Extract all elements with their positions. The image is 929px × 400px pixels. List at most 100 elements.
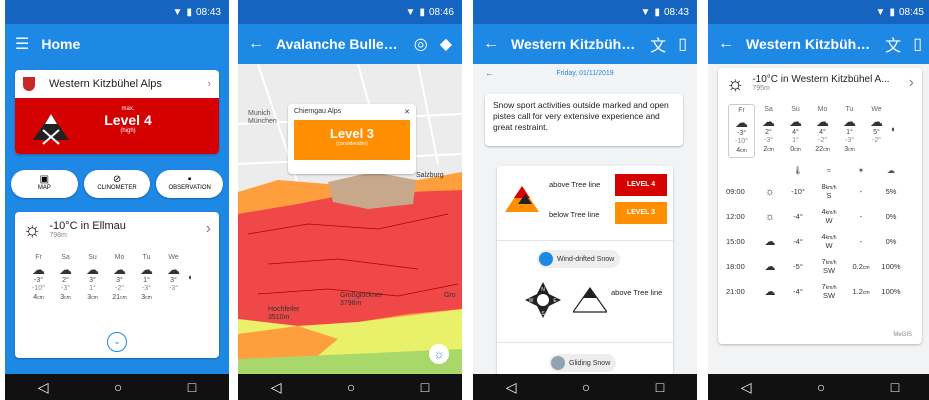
snow-cloud-icon: ☁	[843, 113, 856, 129]
precip-value: -	[859, 212, 863, 221]
precip-icon: ✶	[857, 166, 865, 175]
chevron-right-icon: ›	[205, 220, 211, 237]
precip-value: 1.2	[852, 287, 863, 296]
home-nav-icon[interactable]: ○	[817, 379, 825, 395]
place-hochfeiler: Hochfeiler	[268, 306, 300, 313]
forecast-day: Tu ☁ 1° -3° 3cm	[133, 252, 160, 304]
hourly-row: 12:00 ☼ -4° 4km/h W - 0%	[726, 204, 914, 229]
recents-nav-icon[interactable]: □	[891, 379, 899, 395]
home-nav-icon[interactable]: ○	[582, 379, 590, 395]
wind-direction: W	[825, 216, 833, 225]
weather-card[interactable]: ☼ -10°C in Ellmau 798m › Fr ☁ -3° -10° 4cm Sa…	[15, 212, 219, 358]
action-buttons: ▣ MAP ⊘ CLINOMETER ▪ OBSERVATION	[11, 170, 224, 198]
hour-precip: -	[846, 212, 876, 221]
page-title: Western Kitzbühel A...	[746, 36, 873, 52]
popup-danger-banner: Level 3 (considerable)	[294, 120, 410, 160]
popup-level: Level 3	[329, 126, 375, 141]
snow-unit: cm	[37, 294, 44, 301]
back-nav-icon[interactable]: ◁	[506, 379, 517, 396]
snow-value: 21	[112, 293, 121, 301]
home-nav-icon[interactable]: ○	[114, 379, 122, 395]
translate-icon[interactable]: 文	[650, 32, 666, 56]
temp-max: 1°	[846, 128, 853, 136]
bookmark-icon[interactable]: ▯	[913, 34, 922, 54]
weather-layer-icon[interactable]: ☼	[434, 347, 445, 361]
snow-unit: cm	[794, 146, 801, 153]
temp-min: -2°	[871, 137, 882, 144]
precip-unit: cm	[862, 265, 870, 271]
forecast-days: Fr ☁ -3° -10° 4cm Sa ☁ 2° -3° 2cm Su ☁ 4° 1° 0cm Mo ☁ 4° -…	[718, 94, 922, 158]
danger-card[interactable]: Western Kitzbühel Alps › max. Level 4 (h…	[15, 70, 219, 154]
weather-title: -10°C in Western Kitzbühel A...	[752, 74, 890, 85]
map-button[interactable]: ▣ MAP	[11, 170, 78, 198]
status-time: 08:43	[663, 6, 689, 18]
back-arrow-icon[interactable]: ←	[483, 35, 499, 53]
observation-button[interactable]: ▪ OBSERVATION	[156, 170, 224, 198]
temp-max: 3°	[170, 276, 177, 284]
temp-min: 1°	[792, 137, 799, 144]
screen-weather: ▼ ▮ 08:45 ← Western Kitzbühel A... 文 ▯ ☼…	[708, 0, 929, 400]
precip-unit: cm	[862, 290, 870, 296]
snow-amount: 4cm	[25, 294, 52, 303]
home-nav-icon[interactable]: ○	[347, 379, 355, 395]
popup-close-icon[interactable]: ✕	[404, 108, 410, 116]
recents-nav-icon[interactable]: □	[188, 379, 196, 395]
bookmark-icon[interactable]: ▯	[678, 34, 687, 54]
back-nav-icon[interactable]: ◁	[38, 379, 49, 396]
locate-icon[interactable]: ◎	[414, 34, 428, 54]
region-popup[interactable]: Chiemgau Alps ✕ Level 3 (considerable)	[288, 104, 416, 174]
forecast-day: Su ☁ 3° 1° 3cm	[79, 252, 106, 304]
expand-chevron-icon[interactable]: ⌄	[107, 332, 127, 352]
app-bar: ← Avalanche Bulletins ◎ ◆	[238, 24, 462, 64]
forecast-day: Tu ☁ 1° -3° 3cm	[836, 104, 863, 158]
snow-amount: 22cm	[809, 146, 836, 155]
back-nav-icon[interactable]: ◁	[741, 379, 752, 396]
hourly-row: 21:00 ☁ -4° 7km/h SW 1.2cm 100%	[726, 279, 914, 304]
back-nav-icon[interactable]: ◁	[271, 379, 282, 396]
layers-icon[interactable]: ◆	[440, 34, 452, 54]
place-glockner: Großglockner	[340, 292, 383, 299]
scroll-more-icon[interactable]: ◖	[890, 104, 895, 158]
above-treeline-label: above Tree line	[549, 180, 601, 189]
below-treeline-label: below Tree line	[549, 210, 600, 219]
snow-unit: cm	[767, 146, 774, 153]
danger-level-4-icon	[33, 114, 69, 145]
hour-probability: 100%	[881, 287, 901, 296]
hour-probability: 100%	[881, 262, 901, 271]
menu-icon[interactable]: ☰	[15, 34, 29, 54]
status-bar: ▼ ▮ 08:43	[5, 0, 229, 24]
wind-icon: ≈	[826, 166, 832, 175]
translate-icon[interactable]: 文	[885, 32, 901, 56]
temp-min: -3°	[844, 137, 855, 144]
forecast-day: We ☁ 3° -3°	[160, 252, 187, 304]
back-arrow-icon[interactable]: ←	[718, 35, 734, 53]
chevron-right-icon: ›	[207, 78, 211, 90]
clinometer-button[interactable]: ⊘ CLINOMETER	[83, 170, 151, 198]
snow-value: 22	[815, 145, 824, 153]
recents-nav-icon[interactable]: □	[656, 379, 664, 395]
snow-unit: cm	[91, 294, 98, 301]
temp-max: 4°	[792, 128, 799, 136]
recents-nav-icon[interactable]: □	[421, 379, 429, 395]
problem-chip: Wind-drifted Snow	[537, 250, 621, 268]
temp-min: -2°	[817, 137, 828, 144]
back-arrow-icon[interactable]: ←	[248, 35, 264, 53]
hour-temp: -5°	[793, 262, 803, 271]
map-button-label: MAP	[37, 185, 51, 191]
forecast-day: We ☁ 5° -2°	[863, 104, 890, 158]
snow-cloud-icon: ☁	[59, 261, 72, 277]
clinometer-icon: ⊘	[112, 174, 122, 185]
danger-banner: max. Level 4 (high)	[15, 98, 219, 154]
scroll-more-icon[interactable]: ◖	[187, 252, 192, 304]
hour-time: 18:00	[726, 262, 745, 271]
problem2-name: Gliding Snow	[569, 359, 611, 367]
observation-button-label: OBSERVATION	[168, 185, 211, 191]
battery-icon: ▮	[419, 6, 425, 18]
temp-min: -3°	[763, 137, 774, 144]
snow-cloud-icon: ☁	[167, 261, 180, 277]
hour-probability: 0%	[885, 237, 897, 246]
hour-precip: -	[846, 237, 876, 246]
hour-temp: -4°	[793, 287, 803, 296]
page-title: Home	[41, 36, 81, 52]
precip-value: 0.2	[852, 262, 863, 271]
